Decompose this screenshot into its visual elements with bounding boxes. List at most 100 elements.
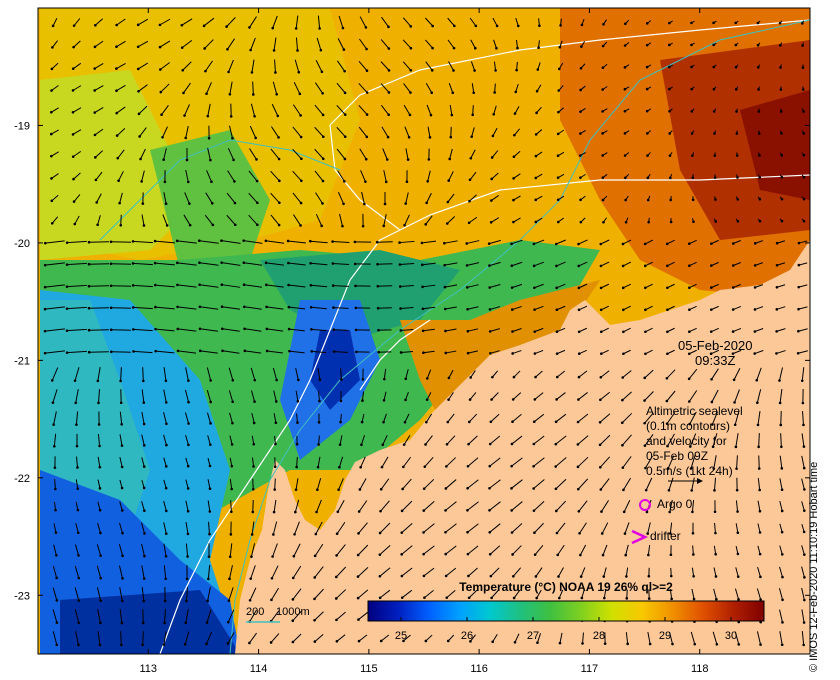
velocity-arrow-head: [409, 91, 412, 94]
velocity-arrow-head: [132, 328, 135, 331]
velocity-arrow-head: [756, 43, 760, 47]
velocity-arrow-head: [691, 154, 694, 157]
velocity-arrow-head: [556, 553, 559, 557]
velocity-arrow-head: [299, 224, 302, 227]
velocity-arrow-head: [159, 90, 163, 94]
velocity-arrow-head: [365, 91, 369, 94]
velocity-arrow-head: [488, 286, 491, 289]
velocity-arrow-head: [468, 178, 472, 182]
velocity-arrow-head: [292, 554, 296, 558]
velocity-arrow-head: [756, 423, 760, 427]
velocity-arrow-head: [554, 487, 558, 491]
velocity-arrow-head: [93, 89, 96, 92]
velocity-arrow-head: [493, 91, 496, 94]
velocity-arrow-head: [692, 597, 696, 601]
velocity-arrow-head: [249, 48, 252, 52]
velocity-arrow-head: [375, 240, 379, 244]
velocity-arrow-head: [713, 132, 716, 135]
velocity-arrow-head: [376, 306, 380, 310]
velocity-arrow-head: [142, 224, 146, 227]
velocity-arrow-head: [253, 114, 256, 118]
velocity-arrow-head: [248, 26, 251, 29]
velocity-arrow-head: [623, 532, 627, 535]
velocity-arrow-head: [537, 46, 540, 50]
velocity-arrow-head: [489, 420, 493, 424]
velocity-arrow-head: [296, 421, 299, 424]
velocity-arrow-head: [474, 24, 478, 28]
velocity-arrow-head: [331, 240, 334, 243]
velocity-arrow: [274, 478, 276, 490]
velocity-arrow: [142, 608, 144, 624]
velocity-arrow-head: [309, 283, 313, 287]
velocity-arrow-head: [335, 618, 338, 622]
velocity-arrow-head: [535, 596, 538, 600]
velocity-arrow-head: [387, 25, 390, 29]
velocity-arrow-head: [143, 554, 146, 558]
velocity-arrow: [54, 479, 56, 489]
velocity-arrow-head: [176, 349, 180, 353]
velocity-arrow-head: [623, 132, 627, 135]
velocity-arrow-head: [735, 488, 739, 492]
velocity-arrow-head: [43, 307, 47, 311]
velocity-arrow-head: [256, 223, 259, 227]
velocity-arrow-head: [334, 597, 338, 600]
velocity-arrow-head: [409, 68, 413, 72]
velocity-arrow-head: [512, 198, 515, 202]
velocity-arrow-head: [55, 599, 59, 602]
velocity-arrow-head: [387, 91, 391, 94]
velocity-arrow-head: [272, 533, 275, 536]
velocity-arrow-head: [488, 264, 491, 267]
velocity-arrow-head: [377, 350, 381, 354]
velocity-arrow-head: [233, 180, 236, 183]
velocity-arrow-head: [692, 574, 695, 578]
velocity-arrow-head: [55, 553, 58, 557]
velocity-arrow-head: [732, 378, 736, 382]
colorbar-tick-label: 28: [593, 630, 605, 642]
velocity-arrow-head: [183, 114, 186, 117]
velocity-arrow-head: [294, 488, 298, 491]
velocity-arrow-head: [53, 466, 57, 469]
velocity-arrow-head: [555, 375, 559, 379]
velocity-arrow-head: [65, 263, 69, 266]
velocity-arrow-head: [137, 112, 141, 116]
velocity-arrow-head: [227, 599, 231, 602]
velocity-arrow-head: [444, 574, 448, 578]
velocity-arrow-head: [131, 262, 135, 265]
velocity-arrow-head: [474, 46, 477, 50]
velocity-arrow-head: [400, 553, 403, 556]
velocity-arrow-head: [242, 239, 245, 242]
velocity-arrow-head: [800, 379, 804, 383]
velocity-arrow-head: [534, 198, 538, 202]
velocity-arrow-head: [625, 597, 629, 600]
velocity-arrow-head: [512, 177, 515, 180]
velocity-arrow-head: [204, 69, 207, 73]
velocity-arrow-head: [753, 286, 757, 289]
velocity-arrow-head: [120, 643, 123, 647]
velocity-arrow-head: [490, 199, 493, 202]
velocity-arrow-head: [141, 202, 145, 205]
velocity-arrow-head: [669, 574, 673, 578]
velocity-legend-line: 05-Feb 09Z: [646, 449, 709, 463]
velocity-arrow-head: [117, 179, 120, 183]
velocity-arrow-head: [444, 351, 448, 355]
velocity-arrow-head: [226, 642, 230, 645]
velocity-arrow-head: [796, 351, 800, 355]
velocity-arrow-head: [164, 465, 168, 468]
velocity-arrow-head: [488, 442, 492, 446]
velocity-arrow-head: [243, 305, 246, 309]
velocity-arrow-head: [220, 261, 223, 264]
velocity-arrow-head: [713, 154, 717, 157]
velocity-arrow-head: [556, 132, 560, 136]
velocity-arrow-head: [758, 154, 761, 157]
velocity-arrow-head: [65, 285, 69, 288]
velocity-arrow-head: [797, 329, 800, 333]
velocity-arrow-head: [180, 46, 184, 49]
velocity-arrow-head: [736, 510, 739, 513]
velocity-arrow-head: [220, 327, 224, 331]
velocity-arrow-head: [164, 401, 168, 404]
velocity-arrow-head: [75, 423, 78, 426]
velocity-arrow-head: [77, 621, 81, 625]
velocity-arrow-head: [800, 22, 804, 25]
velocity-arrow-head: [313, 640, 317, 643]
velocity-arrow-head: [97, 401, 100, 405]
